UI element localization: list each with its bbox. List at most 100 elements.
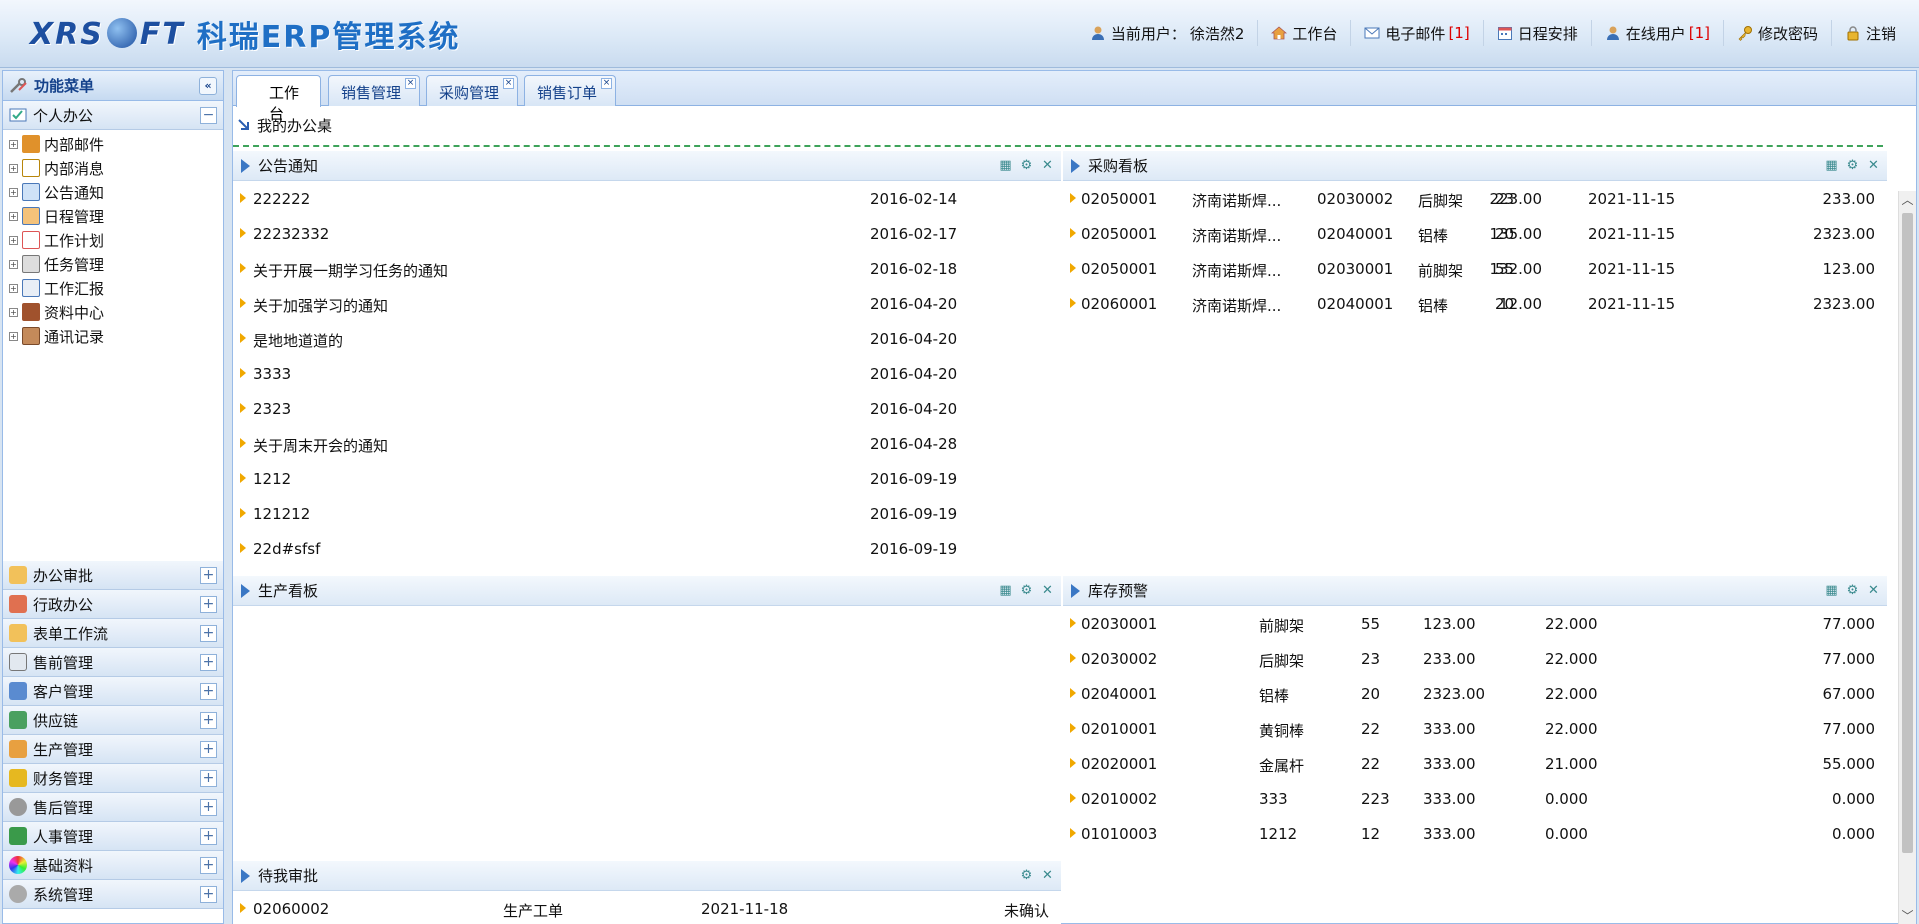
expand-section-button[interactable]: + [200,567,217,584]
tree-item-internal-message[interactable]: + 内部消息 [3,156,223,180]
list-item[interactable]: 02040001 铝棒 20 2323.00 22.000 67.000 [1063,676,1887,711]
accordion-personal-office[interactable]: 个人办公 − [3,101,223,130]
list-item[interactable]: 222222 2016-02-14 [233,181,1061,216]
expand-section-button[interactable]: + [200,596,217,613]
accordion-supply-chain[interactable]: 供应链 + [3,706,223,735]
tab-purchase-management[interactable]: 采购管理 × [426,75,518,106]
accordion-hr[interactable]: 人事管理 + [3,822,223,851]
accordion-system[interactable]: 系统管理 + [3,880,223,909]
list-item[interactable]: 02010002 333 223 333.00 0.000 0.000 [1063,781,1887,816]
expand-section-button[interactable]: + [200,857,217,874]
tree-item-announcement[interactable]: + 公告通知 [3,180,223,204]
expand-section-button[interactable]: + [200,654,217,671]
list-item[interactable]: 02030002 后脚架 23 233.00 22.000 77.000 [1063,641,1887,676]
close-icon[interactable]: × [405,78,416,89]
expand-section-button[interactable]: + [200,770,217,787]
accordion-form-workflow[interactable]: 表单工作流 + [3,619,223,648]
tree-item-work-plan[interactable]: + 工作计划 [3,228,223,252]
expand-icon[interactable]: + [9,163,18,173]
list-item[interactable]: 22232332 2016-02-17 [233,216,1061,251]
close-icon[interactable]: × [503,78,514,89]
collapse-section-button[interactable]: − [200,107,217,124]
gear-icon[interactable]: ⚙ [1019,583,1034,598]
cell-code: 02030001 [1317,260,1394,278]
expand-icon[interactable]: + [9,211,18,221]
gear-icon[interactable]: ⚙ [1019,158,1034,173]
list-item[interactable]: 1212 2016-09-19 [233,461,1061,496]
expand-section-button[interactable]: + [200,712,217,729]
scroll-thumb[interactable] [1902,213,1913,853]
expand-section-button[interactable]: + [200,625,217,642]
expand-icon[interactable]: + [9,235,18,245]
change-password-link[interactable]: 修改密码 [1722,20,1831,46]
close-icon[interactable]: ✕ [1040,583,1055,598]
close-icon[interactable]: ✕ [1866,583,1881,598]
accordion-office-approval[interactable]: 办公审批 + [3,561,223,590]
list-item[interactable]: 01010003 1212 12 333.00 0.000 0.000 [1063,816,1887,851]
list-item[interactable]: 关于开展一期学习任务的通知 2016-02-18 [233,251,1061,286]
tree-item-task[interactable]: + 任务管理 [3,252,223,276]
expand-section-button[interactable]: + [200,886,217,903]
tree-item-contacts[interactable]: + 通讯记录 [3,324,223,348]
logout-link[interactable]: 注销 [1830,20,1909,46]
expand-icon[interactable]: + [9,331,18,341]
gear-icon[interactable]: ⚙ [1845,158,1860,173]
expand-icon[interactable]: + [9,187,18,197]
expand-icon[interactable]: + [9,139,18,149]
gear-icon[interactable]: ⚙ [1019,868,1034,883]
close-icon[interactable]: ✕ [1040,868,1055,883]
list-item[interactable]: 02060001 济南诺斯焊... 02040001 铝棒 20 12.00 2021-11… [1063,286,1887,321]
grid-icon[interactable]: ▦ [998,583,1013,598]
accordion-production[interactable]: 生产管理 + [3,735,223,764]
list-item[interactable]: 关于周末开会的通知 2016-04-28 [233,426,1061,461]
list-item[interactable]: 02050001 济南诺斯焊... 02030001 前脚架 55 132.00 2021-… [1063,251,1887,286]
grid-icon[interactable]: ▦ [1824,583,1839,598]
accordion-customer[interactable]: 客户管理 + [3,677,223,706]
workbench-link[interactable]: 工作台 [1257,20,1350,46]
expand-icon[interactable]: + [9,283,18,293]
list-item[interactable]: 3333 2016-04-20 [233,356,1061,391]
tree-item-data-center[interactable]: + 资料中心 [3,300,223,324]
tab-workbench[interactable]: 工作台 [236,75,321,123]
close-icon[interactable]: ✕ [1040,158,1055,173]
list-item[interactable]: 2323 2016-04-20 [233,391,1061,426]
list-item[interactable]: 02050001 济南诺斯焊... 02040001 铝棒 20 135.00 2021-1… [1063,216,1887,251]
expand-section-button[interactable]: + [200,741,217,758]
list-item[interactable]: 02030001 前脚架 55 123.00 22.000 77.000 [1063,606,1887,641]
expand-section-button[interactable]: + [200,799,217,816]
expand-section-button[interactable]: + [200,683,217,700]
list-item[interactable]: 是地地道道的 2016-04-20 [233,321,1061,356]
tab-sales-order[interactable]: 销售订单 × [524,75,616,106]
online-users-link[interactable]: 在线用户 [1] [1590,20,1723,46]
gear-icon[interactable]: ⚙ [1845,583,1860,598]
scroll-up-icon[interactable]: ︿ [1899,191,1916,209]
email-link[interactable]: 电子邮件 [1] [1350,20,1482,46]
accordion-presales[interactable]: 售前管理 + [3,648,223,677]
collapse-sidebar-button[interactable]: « [199,77,217,95]
scroll-down-icon[interactable]: ﹀ [1899,907,1916,924]
tree-item-internal-mail[interactable]: + 内部邮件 [3,132,223,156]
grid-icon[interactable]: ▦ [1824,158,1839,173]
list-item[interactable]: 关于加强学习的通知 2016-04-20 [233,286,1061,321]
accordion-finance[interactable]: 财务管理 + [3,764,223,793]
tree-item-work-report[interactable]: + 工作汇报 [3,276,223,300]
tree-item-schedule[interactable]: + 日程管理 [3,204,223,228]
list-item[interactable]: 02060002 生产工单 2021-11-18 未确认 [233,891,1061,924]
accordion-admin-office[interactable]: 行政办公 + [3,590,223,619]
expand-icon[interactable]: + [9,259,18,269]
close-icon[interactable]: ✕ [1866,158,1881,173]
accordion-after-sales[interactable]: 售后管理 + [3,793,223,822]
list-item[interactable]: 02020001 金属杆 22 333.00 21.000 55.000 [1063,746,1887,781]
schedule-link[interactable]: 日程安排 [1482,20,1591,46]
grid-icon[interactable]: ▦ [998,158,1013,173]
list-item[interactable]: 02010001 黄铜棒 22 333.00 22.000 77.000 [1063,711,1887,746]
accordion-base-data[interactable]: 基础资料 + [3,851,223,880]
expand-section-button[interactable]: + [200,828,217,845]
list-item[interactable]: 121212 2016-09-19 [233,496,1061,531]
close-icon[interactable]: × [601,78,612,89]
list-item[interactable]: 02050001 济南诺斯焊... 02030002 后脚架 23 223.00 2021-… [1063,181,1887,216]
vertical-scrollbar[interactable]: ︿ ﹀ [1898,191,1916,924]
list-item[interactable]: 22d#sfsf 2016-09-19 [233,531,1061,566]
tab-sales-management[interactable]: 销售管理 × [328,75,420,106]
expand-icon[interactable]: + [9,307,18,317]
